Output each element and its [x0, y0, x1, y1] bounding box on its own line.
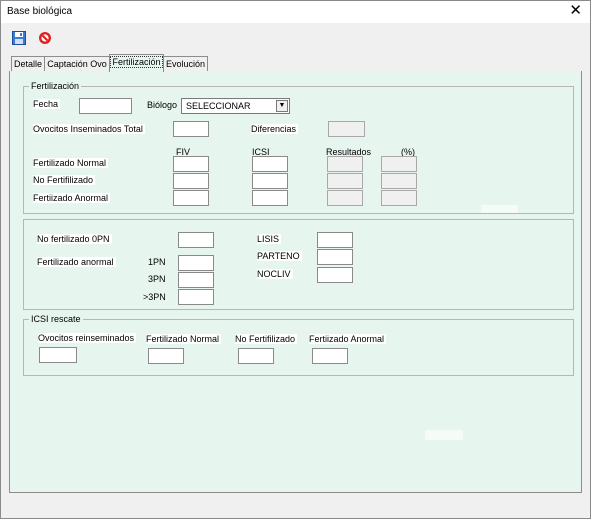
no-fertilizado-pct-field: [381, 173, 417, 189]
pn3-input[interactable]: [178, 272, 214, 288]
title-bar: Base biológica ✕: [1, 1, 590, 23]
icsi-fert-normal-label: Fertilizado Normal: [146, 334, 222, 344]
diferencias-label: Diferencias: [251, 124, 299, 134]
fertilizacion-group-title: Fertilización: [29, 81, 82, 91]
diferencias-field: [328, 121, 365, 137]
fert-normal-pct-field: [381, 156, 417, 172]
ovocitos-reinseminados-input[interactable]: [39, 347, 77, 363]
biologo-select[interactable]: SELECCIONAR ▼: [181, 98, 290, 114]
icsi-no-fertilizado-input[interactable]: [238, 348, 274, 364]
pn3plus-label: >3PN: [143, 292, 166, 302]
chevron-down-icon[interactable]: ▼: [276, 100, 288, 112]
no-fertilizado-label: No Fertifilizado: [33, 175, 96, 185]
tab-fertilizacion[interactable]: Fertilización: [109, 54, 164, 72]
lisis-input[interactable]: [317, 232, 353, 248]
window: Base biológica ✕ Detalle Captación Ovo F…: [0, 0, 591, 519]
parteno-label: PARTENO: [257, 251, 302, 261]
icsi-no-fertilizado-label: No Fertifilizado: [235, 334, 298, 344]
icsi-rescate-group: [23, 319, 574, 376]
icsi-fert-anormal-input[interactable]: [312, 348, 348, 364]
no-fertilizado-resultados-field: [327, 173, 363, 189]
fert-anormal-icsi-input[interactable]: [252, 190, 288, 206]
tab-detalle[interactable]: Detalle: [11, 56, 45, 71]
icsi-fert-normal-input[interactable]: [148, 348, 184, 364]
fert-normal-resultados-field: [327, 156, 363, 172]
fert-anormal-fiv-input[interactable]: [173, 190, 209, 206]
fert-normal-icsi-input[interactable]: [252, 156, 288, 172]
fert-anormal-label: Fertiizado Anormal: [33, 193, 111, 203]
icsi-rescate-group-title: ICSI rescate: [29, 314, 83, 324]
fert-normal-fiv-input[interactable]: [173, 156, 209, 172]
cancel-icon[interactable]: [38, 31, 52, 45]
icsi-fert-anormal-label: Fertiizado Anormal: [309, 334, 387, 344]
no-fertilizado-0pn-label: No fertilizado 0PN: [37, 234, 112, 244]
lisis-label: LISIS: [257, 234, 282, 244]
nocliv-label: NOCLIV: [257, 269, 293, 279]
pn3plus-input[interactable]: [178, 289, 214, 305]
ghost-field: [481, 205, 518, 213]
close-icon[interactable]: ✕: [569, 3, 582, 19]
pn3-label: 3PN: [148, 274, 166, 284]
no-fertilizado-fiv-input[interactable]: [173, 173, 209, 189]
fert-normal-label: Fertilizado Normal: [33, 158, 109, 168]
no-fertilizado-icsi-input[interactable]: [252, 173, 288, 189]
fertilizado-anormal-label: Fertilizado anormal: [37, 257, 116, 267]
fecha-input[interactable]: [79, 98, 132, 114]
fert-anormal-pct-field: [381, 190, 417, 206]
ghost-field-bottom: [425, 430, 463, 440]
nocliv-input[interactable]: [317, 267, 353, 283]
fert-anormal-resultados-field: [327, 190, 363, 206]
window-title: Base biológica: [7, 6, 73, 17]
ovocitos-inseminados-input[interactable]: [173, 121, 209, 137]
tab-evolucion[interactable]: Evolución: [163, 56, 208, 71]
biologo-label: Biólogo: [147, 100, 178, 110]
ovocitos-inseminados-label: Ovocitos Inseminados Total: [33, 124, 145, 134]
tab-panel: Fertilización Fecha Biólogo SELECCIONAR …: [9, 71, 582, 493]
biologo-select-value: SELECCIONAR: [186, 101, 251, 111]
fecha-label: Fecha: [33, 99, 61, 109]
pn1-input[interactable]: [178, 255, 214, 271]
parteno-input[interactable]: [317, 249, 353, 265]
ovocitos-reinseminados-label: Ovocitos reinseminados: [38, 333, 137, 343]
save-icon[interactable]: [12, 31, 26, 45]
no-fertilizado-0pn-input[interactable]: [178, 232, 214, 248]
tab-captacion-ovo[interactable]: Captación Ovo: [44, 56, 110, 71]
pn1-label: 1PN: [148, 257, 166, 267]
